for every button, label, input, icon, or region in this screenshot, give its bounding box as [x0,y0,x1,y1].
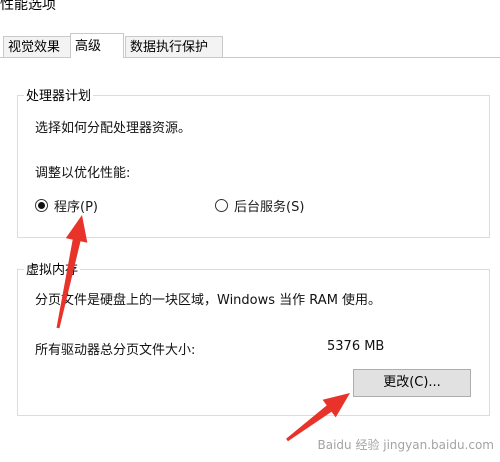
radio-background-services-label: 后台服务(S) [234,200,305,215]
radio-background-services[interactable]: 后台服务(S) [215,196,304,215]
radio-programs-label: 程序(P) [54,200,98,215]
tab-visual-effects[interactable]: 视觉效果 [3,36,71,57]
total-paging-value: 5376 MB [327,339,385,354]
processor-scheduling-description: 选择如何分配处理器资源。 [35,121,192,136]
total-paging-label: 所有驱动器总分页文件大小: [35,343,196,358]
tab-dep[interactable]: 数据执行保护 [125,36,223,57]
radio-programs[interactable]: 程序(P) [35,196,98,215]
tab-bar: 视觉效果 高级 数据执行保护 [0,33,500,58]
tab-advanced[interactable]: 高级 [70,33,124,58]
radio-circle-programs[interactable] [35,199,48,212]
watermark: Baidu 经验 jingyan.baidu.com [317,438,494,452]
advanced-panel: 处理器计划 选择如何分配处理器资源。 调整以优化性能: 程序(P) 后台服务(S… [0,57,500,462]
processor-scheduling-title: 处理器计划 [24,85,94,104]
virtual-memory-description: 分页文件是硬盘上的一块区域，Windows 当作 RAM 使用。 [35,293,382,308]
adjust-label: 调整以优化性能: [35,166,131,181]
change-button[interactable]: 更改(C)... [353,369,471,397]
radio-circle-background-services[interactable] [215,199,228,212]
window-title: 性能选项 [0,0,56,13]
virtual-memory-title: 虚拟内存 [24,259,81,278]
radio-selected-dot [38,202,45,209]
